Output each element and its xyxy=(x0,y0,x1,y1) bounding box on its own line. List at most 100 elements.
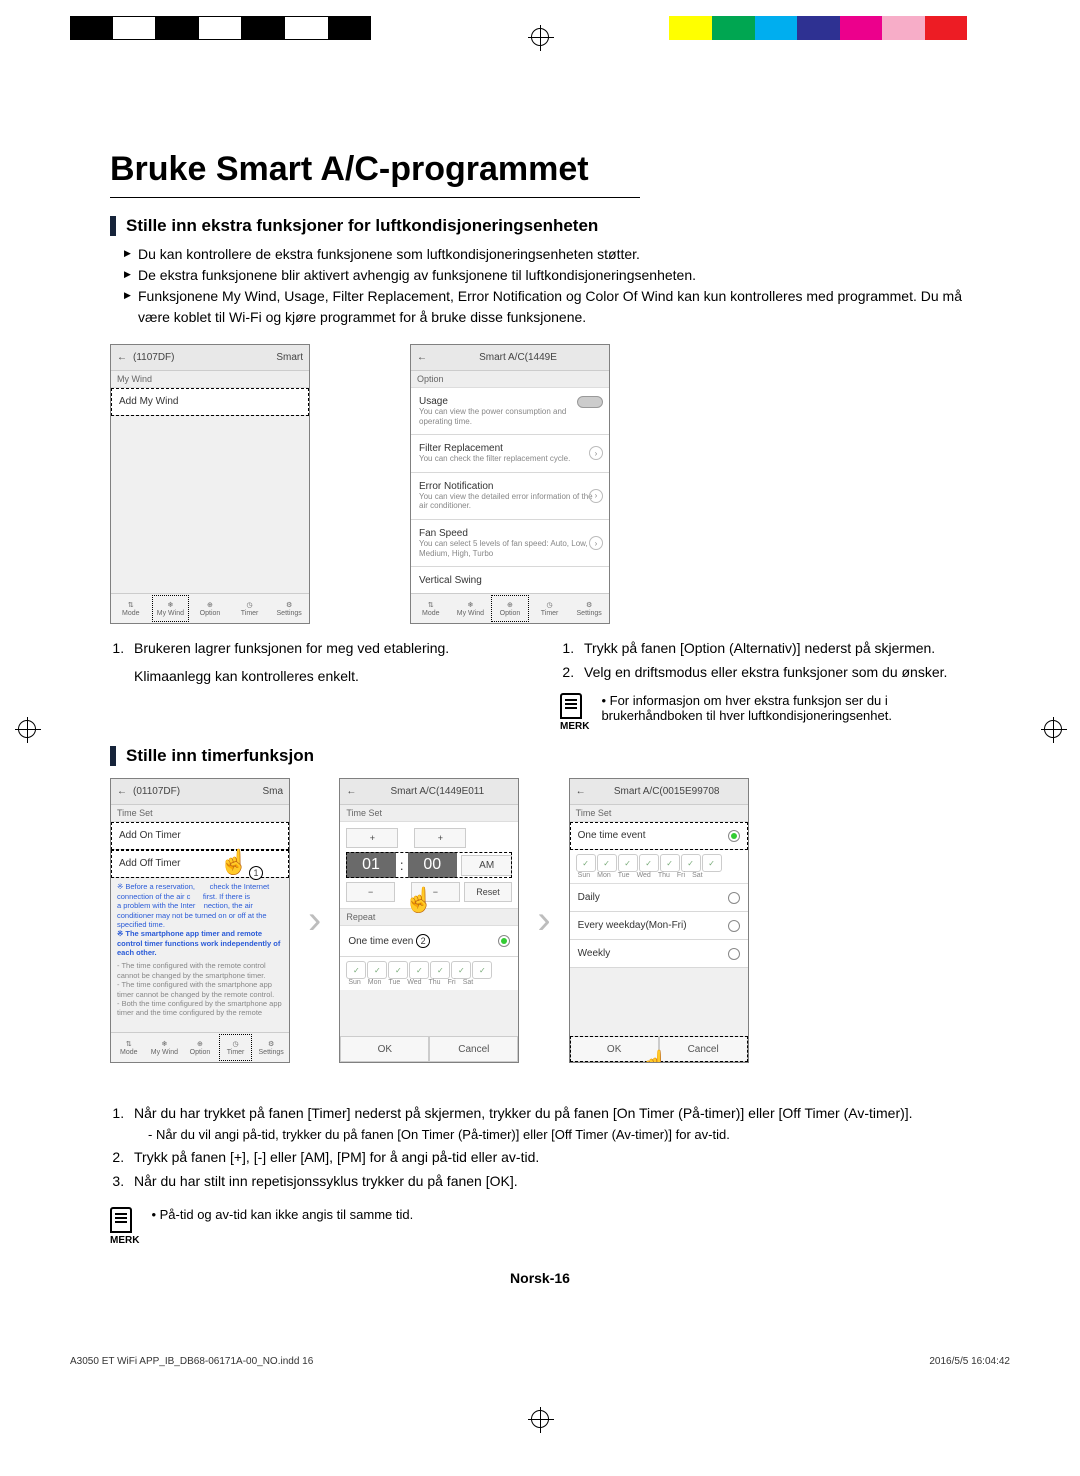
option-fanspeed[interactable]: Fan Speed You can select 5 levels of fan… xyxy=(411,520,609,567)
repeat-option-weekly[interactable]: Weekly xyxy=(570,940,748,968)
tab-mode[interactable]: ⇅Mode xyxy=(411,594,451,623)
device-id: (01107DF) xyxy=(133,786,180,797)
info-text-blue: ※ Before a reservation, check the Intern… xyxy=(111,878,289,961)
tab-mywind[interactable]: ❄My Wind xyxy=(147,1033,183,1062)
back-arrow-icon[interactable]: ← xyxy=(576,786,586,797)
bullet-item: Du kan kontrollere de ekstra funksjonene… xyxy=(124,244,970,265)
chevron-right-icon: › xyxy=(589,446,603,460)
minute-minus-button[interactable]: − xyxy=(411,882,460,902)
tab-timer[interactable]: ◷Timer xyxy=(230,594,270,623)
day-pill[interactable]: ✓ xyxy=(451,961,471,979)
minute-value: 00 xyxy=(408,852,457,878)
day-pill[interactable]: ✓ xyxy=(597,854,617,872)
tab-settings[interactable]: ⚙Settings xyxy=(569,594,609,623)
reset-button[interactable]: Reset xyxy=(464,882,513,902)
day-pill[interactable]: ✓ xyxy=(388,961,408,979)
option-error[interactable]: Error Notification You can view the deta… xyxy=(411,473,609,520)
cancel-button[interactable]: Cancel xyxy=(429,1036,518,1062)
option-vswing[interactable]: Vertical Swing xyxy=(411,567,609,594)
tab-settings[interactable]: ⚙Settings xyxy=(253,1033,289,1062)
radio-icon[interactable] xyxy=(498,935,510,947)
radio-icon[interactable] xyxy=(728,920,740,932)
ampm-button[interactable]: AM xyxy=(461,855,512,876)
day-pill[interactable]: ✓ xyxy=(576,854,596,872)
tab-mywind[interactable]: ❄My Wind xyxy=(451,594,491,623)
tab-timer[interactable]: ◷Timer xyxy=(530,594,570,623)
toggle-icon[interactable] xyxy=(577,396,603,408)
day-pill[interactable]: ✓ xyxy=(639,854,659,872)
repeat-option-weekday[interactable]: Every weekday(Mon-Fri) xyxy=(570,912,748,940)
step-subtext: - Når du vil angi på-tid, trykker du på … xyxy=(134,1125,970,1145)
header-mode: Smart xyxy=(276,352,303,363)
add-on-timer[interactable]: Add On Timer xyxy=(111,822,289,850)
radio-icon[interactable] xyxy=(728,830,740,842)
radio-icon[interactable] xyxy=(728,892,740,904)
repeat-option-daily[interactable]: Daily xyxy=(570,884,748,912)
step-text: Trykk på fanen [Option (Alternativ)] ned… xyxy=(578,638,970,660)
one-time-event-row[interactable]: One time even 2 xyxy=(340,926,518,957)
section-heading-timer: Stille inn timerfunksjon xyxy=(110,746,970,766)
back-arrow-icon[interactable]: ← xyxy=(117,352,127,363)
option-title: Fan Speed xyxy=(419,528,601,539)
ok-button[interactable]: OK xyxy=(570,1036,659,1062)
header-title: Smart A/C(1449E xyxy=(479,352,557,363)
day-pill[interactable]: ✓ xyxy=(367,961,387,979)
step-text: Klimaanlegg kan kontrolleres enkelt. xyxy=(134,666,520,688)
cancel-button[interactable]: Cancel xyxy=(659,1036,748,1062)
day-pill[interactable]: ✓ xyxy=(681,854,701,872)
option-sub: You can view the detailed error informat… xyxy=(419,492,601,511)
back-arrow-icon[interactable]: ← xyxy=(417,352,427,363)
add-off-timer[interactable]: Add Off Timer ☝ 1 xyxy=(111,850,289,878)
tab-mywind[interactable]: ❄My Wind xyxy=(151,594,191,623)
section-label: Option xyxy=(411,371,609,388)
ok-button[interactable]: OK xyxy=(340,1036,429,1062)
page-title: Bruke Smart A/C-programmet xyxy=(110,150,970,189)
day-pill[interactable]: ✓ xyxy=(409,961,429,979)
chevron-right-icon: › xyxy=(589,536,603,550)
option-title: Error Notification xyxy=(419,481,601,492)
step-text: Brukeren lagrer funksjonen for meg ved e… xyxy=(134,640,449,656)
option-usage[interactable]: Usage You can view the power consumption… xyxy=(411,388,609,435)
radio-icon[interactable] xyxy=(728,948,740,960)
section-label: Time Set xyxy=(340,805,518,822)
right-step-list: Trykk på fanen [Option (Alternativ)] ned… xyxy=(560,638,970,683)
option-title: Filter Replacement xyxy=(419,443,601,454)
day-pill[interactable]: ✓ xyxy=(660,854,680,872)
tab-timer[interactable]: ◷Timer xyxy=(218,1033,254,1062)
chevron-right-icon: › xyxy=(308,898,321,943)
add-mywind-row[interactable]: Add My Wind xyxy=(111,388,309,416)
minute-plus-button[interactable]: + xyxy=(414,828,466,848)
bottom-step-list: Når du har trykket på fanen [Timer] nede… xyxy=(110,1103,970,1192)
day-pill[interactable]: ✓ xyxy=(618,854,638,872)
hour-plus-button[interactable]: + xyxy=(346,828,398,848)
day-pill[interactable]: ✓ xyxy=(472,961,492,979)
label: Every weekday(Mon-Fri) xyxy=(578,920,740,931)
day-pill[interactable]: ✓ xyxy=(346,961,366,979)
tab-option[interactable]: ⊕Option xyxy=(182,1033,218,1062)
note-icon xyxy=(560,693,582,719)
note-text: • For informasjon om hver ekstra funksjo… xyxy=(601,693,970,732)
info-text-grey: - The time configured with the remote co… xyxy=(111,961,289,1021)
day-pill[interactable]: ✓ xyxy=(430,961,450,979)
tab-mode[interactable]: ⇅Mode xyxy=(111,1033,147,1062)
section-heading-extra: Stille inn ekstra funksjoner for luftkon… xyxy=(110,216,970,236)
section-label: Time Set xyxy=(570,805,748,822)
screenshot-timer-repeat: ← Smart A/C(0015E99708 Time Set One time… xyxy=(569,778,749,1063)
note-text: • På-tid og av-tid kan ikke angis til sa… xyxy=(151,1207,413,1246)
back-arrow-icon[interactable]: ← xyxy=(346,786,356,797)
tab-mode[interactable]: ⇅Mode xyxy=(111,594,151,623)
day-pill[interactable]: ✓ xyxy=(702,854,722,872)
hour-minus-button[interactable]: − xyxy=(346,882,395,902)
label: Add On Timer xyxy=(119,830,281,841)
option-filter[interactable]: Filter Replacement You can check the fil… xyxy=(411,435,609,473)
repeat-option-onetime[interactable]: One time event xyxy=(570,822,748,850)
tab-option[interactable]: ⊕Option xyxy=(190,594,230,623)
back-arrow-icon[interactable]: ← xyxy=(117,786,127,797)
divider xyxy=(110,197,640,198)
tab-option[interactable]: ⊕Option xyxy=(490,594,530,623)
header-mode: Sma xyxy=(262,786,283,797)
print-footer: A3050 ET WiFi APP_IB_DB68-06171A-00_NO.i… xyxy=(0,1326,1080,1381)
tab-settings[interactable]: ⚙Settings xyxy=(269,594,309,623)
screenshot-mywind: ← (1107DF) Smart My Wind Add My Wind ⇅Mo… xyxy=(110,344,310,624)
step-text: Trykk på fanen [+], [-] eller [AM], [PM]… xyxy=(128,1147,970,1169)
